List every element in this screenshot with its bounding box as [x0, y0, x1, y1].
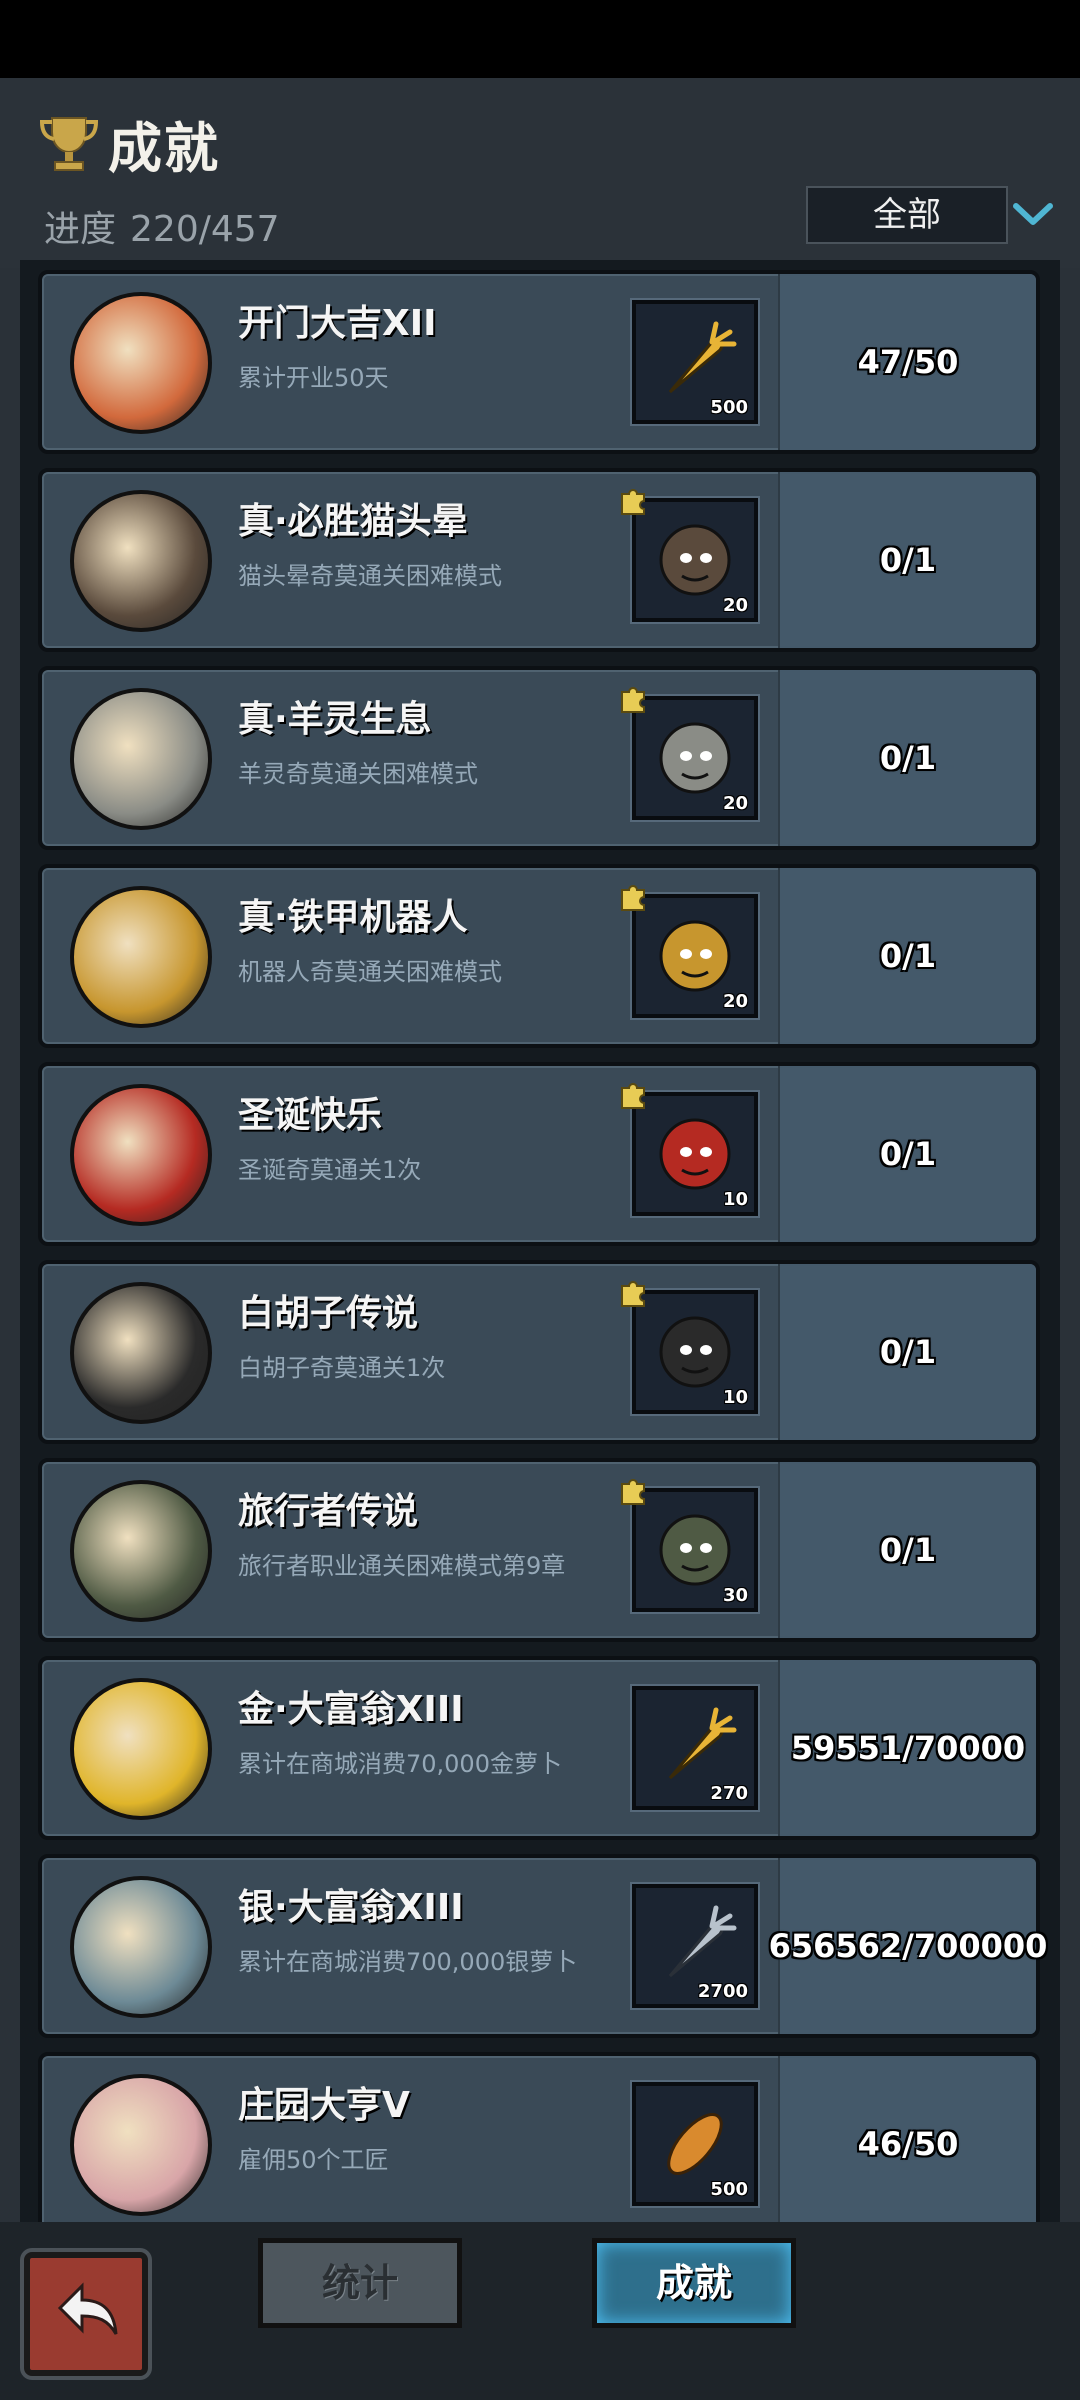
achievement-name: 白胡子传说 [238, 1293, 419, 1334]
reward-slot[interactable]: 30 [630, 1486, 760, 1614]
back-arrow-icon [57, 2282, 118, 2335]
achievement-name: 圣诞快乐 [238, 1095, 383, 1136]
achievement-avatar [70, 2074, 212, 2216]
chevron-down-icon[interactable] [1012, 200, 1054, 230]
achievement-card[interactable]: 圣诞快乐圣诞奇莫通关1次 10 0/1 [38, 1062, 1040, 1246]
achievement-card[interactable]: 白胡子传说白胡子奇莫通关1次 10 0/1 [38, 1260, 1040, 1444]
achievement-avatar [70, 1876, 212, 2018]
achievement-avatar [70, 292, 212, 434]
achievement-progress: 47/50 [857, 343, 959, 381]
achievement-name: 真·必胜猫头晕 [238, 501, 468, 542]
reward-quantity: 30 [722, 1585, 748, 1606]
achievement-progress: 0/1 [879, 1333, 937, 1371]
achievement-progress: 46/50 [857, 2125, 959, 2163]
achievement-description: 旅行者职业通关困难模式第9章 [238, 1552, 566, 1580]
achievement-description: 累计开业50天 [238, 364, 389, 392]
achievement-description: 累计在商城消费700,000银萝卜 [238, 1948, 578, 1976]
achievement-name: 银·大富翁XIII [238, 1887, 464, 1928]
achievement-card[interactable]: 真·必胜猫头晕猫头晕奇莫通关困难模式 20 0/1 [38, 468, 1040, 652]
achievement-avatar [70, 1480, 212, 1622]
achievement-avatar [70, 1678, 212, 1820]
reward-slot[interactable]: 20 [630, 496, 760, 624]
achievement-card[interactable]: 庄园大亨V 雇佣50个工匠 500 46/50 [38, 2052, 1040, 2222]
status-bar [0, 0, 1080, 78]
puzzle-piece-icon [621, 885, 645, 911]
achievement-list[interactable]: 开门大吉XII 累计开业50天 500 47/50 真·必胜猫头晕猫头晕奇莫通关困难模式… [20, 260, 1060, 2222]
achievement-progress: 0/1 [879, 1135, 937, 1173]
achievement-card[interactable]: 开门大吉XII 累计开业50天 500 47/50 [38, 270, 1040, 454]
reward-quantity: 20 [722, 991, 748, 1012]
reward-slot[interactable]: 20 [630, 694, 760, 822]
achievement-name: 金·大富翁XIII [238, 1689, 464, 1730]
puzzle-piece-icon [621, 1281, 645, 1307]
achievement-name: 开门大吉XII [238, 303, 437, 344]
achievement-description: 白胡子奇莫通关1次 [238, 1354, 446, 1382]
achievement-name: 真·羊灵生息 [238, 699, 432, 740]
achievement-description: 猫头晕奇莫通关困难模式 [238, 562, 502, 590]
reward-quantity: 500 [710, 397, 748, 418]
reward-quantity: 20 [722, 793, 748, 814]
achievement-progress: 0/1 [879, 1531, 937, 1569]
reward-quantity: 10 [722, 1189, 748, 1210]
achievement-description: 圣诞奇莫通关1次 [238, 1156, 422, 1184]
reward-slot[interactable]: 10 [630, 1288, 760, 1416]
puzzle-piece-icon [621, 1479, 645, 1505]
bottom-bar [0, 2222, 1080, 2400]
achievement-avatar [70, 1084, 212, 1226]
reward-slot[interactable]: 500 [630, 298, 760, 426]
achievement-name: 旅行者传说 [238, 1491, 419, 1532]
achievement-avatar [70, 1282, 212, 1424]
reward-slot[interactable]: 500 [630, 2080, 760, 2208]
achievement-progress: 0/1 [879, 739, 937, 777]
achievement-name: 庄园大亨V [238, 2085, 410, 2126]
reward-slot[interactable]: 2700 [630, 1882, 760, 2010]
puzzle-piece-icon [621, 489, 645, 515]
achievement-card[interactable]: 旅行者传说旅行者职业通关困难模式第9章 30 0/1 [38, 1458, 1040, 1642]
achievement-avatar [70, 688, 212, 830]
reward-slot[interactable]: 20 [630, 892, 760, 1020]
achievement-avatar [70, 490, 212, 632]
achievement-card[interactable]: 真·铁甲机器人机器人奇莫通关困难模式 20 0/1 [38, 864, 1040, 1048]
trophy-icon [39, 117, 99, 171]
achievement-description: 羊灵奇莫通关困难模式 [238, 760, 478, 788]
back-button[interactable] [24, 2252, 148, 2376]
puzzle-piece-icon [621, 1083, 645, 1109]
achievement-progress: 656562/700000 [768, 1927, 1048, 1965]
reward-quantity: 10 [722, 1387, 748, 1408]
achievement-card[interactable]: 金·大富翁XIII 累计在商城消费70,000金萝卜 270 59551/70000 [38, 1656, 1040, 1840]
achievement-card[interactable]: 真·羊灵生息羊灵奇莫通关困难模式 20 0/1 [38, 666, 1040, 850]
achievement-name: 真·铁甲机器人 [238, 897, 468, 938]
reward-quantity: 2700 [697, 1981, 748, 2002]
tab-stats[interactable]: 统计 [258, 2238, 462, 2328]
achievement-progress: 59551/70000 [790, 1729, 1026, 1767]
puzzle-piece-icon [621, 687, 645, 713]
achievement-description: 雇佣50个工匠 [238, 2146, 389, 2174]
page-title: 成就 [108, 117, 220, 180]
reward-quantity: 20 [722, 595, 748, 616]
achievement-description: 累计在商城消费70,000金萝卜 [238, 1750, 562, 1778]
progress-label: 进度 [44, 209, 117, 250]
reward-quantity: 500 [710, 2179, 748, 2200]
filter-dropdown[interactable]: 全部 [806, 186, 1008, 244]
achievement-description: 机器人奇莫通关困难模式 [238, 958, 502, 986]
achievement-progress: 0/1 [879, 541, 937, 579]
progress-text: 进度 220/457 [44, 200, 294, 252]
reward-quantity: 270 [710, 1783, 748, 1804]
reward-slot[interactable]: 10 [630, 1090, 760, 1218]
achievement-avatar [70, 886, 212, 1028]
tab-achievements[interactable]: 成就 [592, 2238, 796, 2328]
achievement-card[interactable]: 银·大富翁XIII 累计在商城消费700,000银萝卜 2700 656562/700… [38, 1854, 1048, 2038]
achievement-progress: 0/1 [879, 937, 937, 975]
progress-value: 220/457 [130, 209, 280, 250]
reward-slot[interactable]: 270 [630, 1684, 760, 1812]
